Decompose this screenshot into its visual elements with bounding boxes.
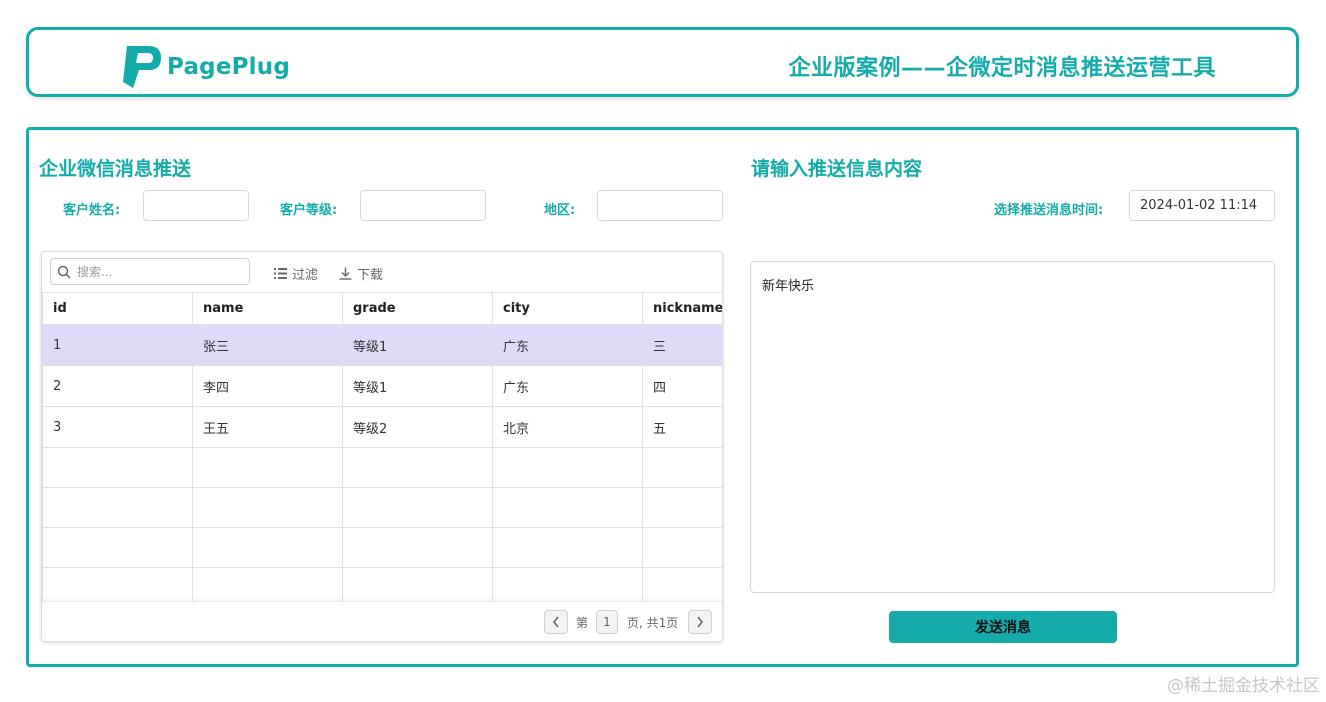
table-row[interactable]: 1 张三 等级1 广东 三 [42,324,722,366]
empty-table-row [42,487,722,528]
column-header-name[interactable]: name [192,292,343,325]
table-row[interactable]: 2 李四 等级1 广东 四 [42,365,722,407]
download-button[interactable]: 下载 [339,264,383,283]
send-message-button[interactable]: 发送消息 [889,611,1117,643]
push-time-label: 选择推送消息时间: [994,203,1104,218]
main-panel: 企业微信消息推送 客户姓名: 客户等级: 地区: 搜索... 过滤 下载 id … [26,127,1299,667]
table-cell: 李四 [192,365,343,407]
download-icon [339,267,352,280]
table-cell: 五 [642,406,722,448]
page-number-input[interactable]: 1 [596,610,618,634]
table-cell: 1 [42,324,193,366]
region-input[interactable] [597,190,723,221]
table-cell: 等级1 [342,324,493,366]
table-row[interactable]: 3 王五 等级2 北京 五 [42,406,722,448]
customer-table-card: 搜索... 过滤 下载 id name grade city nickname … [41,251,723,642]
table-cell: 等级1 [342,365,493,407]
table-toolbar: 搜索... 过滤 下载 [42,252,722,292]
watermark: @稀土掘金技术社区 [1167,676,1320,696]
customer-name-label: 客户姓名: [63,203,121,218]
table-cell: 张三 [192,324,343,366]
page-suffix: 页, 共1页 [627,616,679,630]
prev-page-button[interactable] [544,610,568,634]
customer-table: id name grade city nickname 1 张三 等级1 广东 … [42,292,722,608]
right-section-title: 请输入推送信息内容 [751,158,923,180]
table-cell: 广东 [492,324,643,366]
table-cell: 北京 [492,406,643,448]
column-header-city[interactable]: city [492,292,643,325]
customer-name-input[interactable] [143,190,249,221]
table-cell: 王五 [192,406,343,448]
push-time-picker[interactable]: 2024-01-02 11:14 [1129,190,1275,221]
left-section-title: 企业微信消息推送 [39,158,192,180]
region-label: 地区: [544,203,576,218]
table-cell: 等级2 [342,406,493,448]
pagination-bar: 第 1 页, 共1页 [42,601,722,641]
empty-table-row [42,447,722,488]
search-placeholder: 搜索... [77,265,113,279]
chevron-left-icon [552,616,559,628]
download-label: 下载 [357,268,384,283]
table-cell: 3 [42,406,193,448]
column-header-id[interactable]: id [42,292,193,325]
filter-label: 过滤 [292,268,319,283]
table-cell: 广东 [492,365,643,407]
next-page-button[interactable] [688,610,712,634]
table-cell: 三 [642,324,722,366]
logo: PagePlug [119,42,290,92]
page-title: 企业版案例——企微定时消息推送运营工具 [788,56,1216,81]
filter-button[interactable]: 过滤 [274,264,318,283]
logo-text: PagePlug [167,54,291,80]
chevron-right-icon [697,616,704,628]
table-search-input[interactable]: 搜索... [50,258,250,285]
column-header-grade[interactable]: grade [342,292,493,325]
table-cell: 2 [42,365,193,407]
message-textarea[interactable]: 新年快乐 [750,261,1275,593]
page-prefix: 第 [576,616,589,630]
pageplug-logo-icon [123,46,161,88]
table-cell: 四 [642,365,722,407]
customer-grade-label: 客户等级: [280,203,338,218]
filter-list-icon [274,268,287,279]
app-header: PagePlug 企业版案例——企微定时消息推送运营工具 [26,27,1299,97]
search-icon [57,265,71,279]
column-header-nickname[interactable]: nickname [642,292,722,325]
empty-table-row [42,527,722,568]
customer-grade-input[interactable] [360,190,486,221]
table-header-row: id name grade city nickname [42,292,722,325]
